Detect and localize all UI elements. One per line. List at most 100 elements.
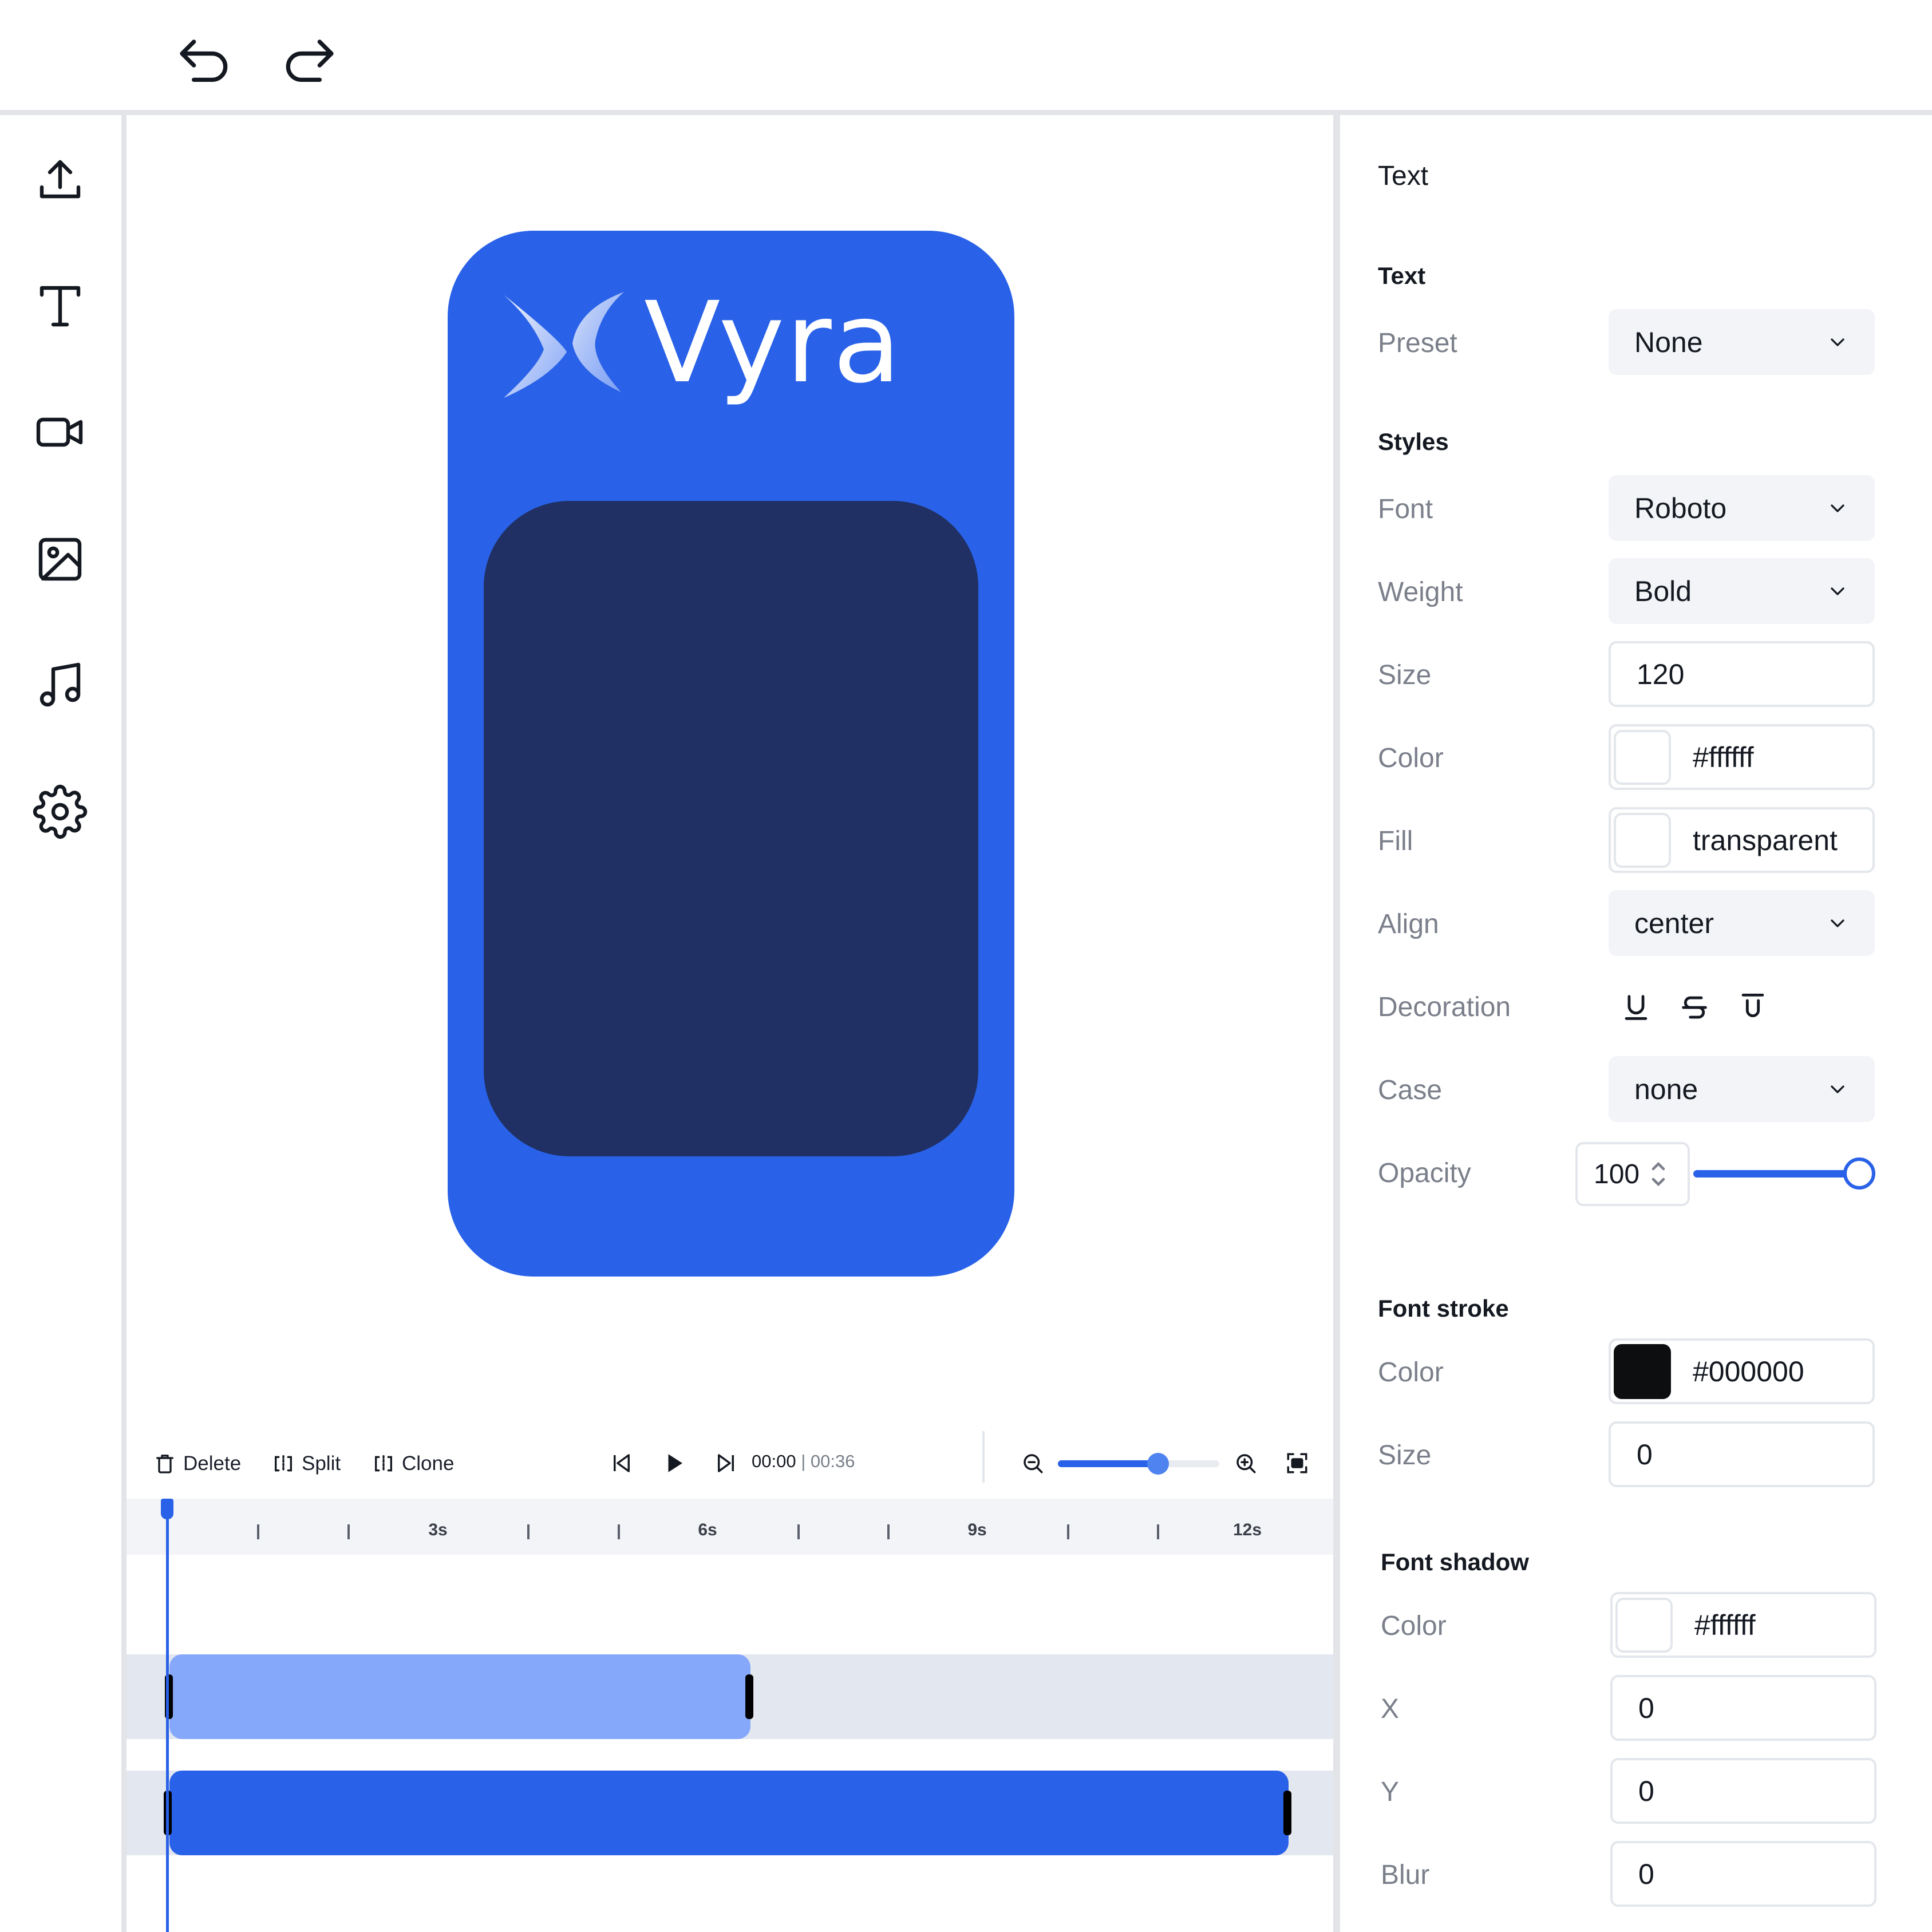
zoom-in-icon: [1236, 1454, 1256, 1473]
playhead[interactable]: [166, 1499, 169, 1932]
clone-button[interactable]: Clone: [372, 1447, 454, 1481]
play-icon: [668, 1454, 682, 1472]
stroke-size-input[interactable]: 0: [1609, 1421, 1875, 1487]
preset-value: None: [1634, 326, 1703, 358]
fill-color-value: transparent: [1693, 824, 1838, 856]
shadow-x-input[interactable]: 0: [1610, 1675, 1876, 1741]
preset-select[interactable]: None: [1609, 309, 1875, 375]
color-label: Color: [1378, 743, 1444, 773]
fill-label: Fill: [1378, 826, 1413, 856]
ruler-tick: [1157, 1524, 1159, 1539]
undo-icon: [180, 39, 228, 82]
left-sidebar: [0, 115, 127, 1932]
stroke-color-label: Color: [1378, 1357, 1444, 1388]
decoration-label: Decoration: [1378, 992, 1511, 1022]
case-value: none: [1634, 1073, 1698, 1105]
shadow-x-label: X: [1381, 1694, 1400, 1724]
play-button[interactable]: [654, 1443, 695, 1484]
fill-color-picker[interactable]: transparent: [1609, 807, 1875, 873]
ruler-tick: [257, 1524, 259, 1539]
shadow-color-swatch[interactable]: [1615, 1597, 1673, 1653]
stroke-size-value: 0: [1637, 1438, 1653, 1471]
zoom-thumb[interactable]: [1147, 1453, 1169, 1475]
skip-back-button[interactable]: [601, 1443, 642, 1484]
music-icon: [39, 662, 81, 707]
strikethrough-button[interactable]: [1672, 985, 1717, 1030]
shadow-section-title: Font shadow: [1381, 1548, 1529, 1575]
shadow-y-input[interactable]: 0: [1610, 1758, 1876, 1824]
total-time: 00:36: [810, 1451, 855, 1471]
shadow-y-value: 0: [1638, 1775, 1654, 1807]
panel-divider[interactable]: [1333, 115, 1340, 1932]
shadow-blur-input[interactable]: 0: [1610, 1841, 1876, 1907]
text-clip[interactable]: [169, 1654, 750, 1739]
clip-end-handle[interactable]: [1283, 1791, 1291, 1835]
text-color-swatch[interactable]: [1614, 729, 1671, 785]
skip-back-icon: [614, 1454, 630, 1472]
case-select[interactable]: none: [1609, 1056, 1875, 1122]
opacity-thumb[interactable]: [1843, 1157, 1875, 1190]
fit-screen-icon: [1287, 1453, 1307, 1473]
sidebar-item-settings[interactable]: [23, 775, 97, 849]
weight-select[interactable]: Bold: [1609, 558, 1875, 624]
text-color-picker[interactable]: #ffffff: [1609, 724, 1875, 790]
opacity-input[interactable]: 100: [1575, 1142, 1690, 1206]
playhead-handle[interactable]: [161, 1499, 173, 1519]
video-icon: [36, 417, 83, 447]
sidebar-item-image[interactable]: [23, 522, 97, 596]
size-input[interactable]: 120: [1609, 641, 1875, 707]
gear-icon: [33, 784, 88, 839]
clip-end-handle[interactable]: [745, 1674, 753, 1719]
split-icon: [275, 1455, 292, 1472]
font-value: Roboto: [1634, 492, 1727, 524]
ruler-label-12s: 12s: [1232, 1520, 1262, 1539]
upload-icon: [39, 160, 81, 199]
undo-button[interactable]: [167, 23, 242, 97]
strikethrough-icon: [1682, 996, 1707, 1019]
stepper-icon[interactable]: [1648, 1157, 1669, 1191]
ruler-tick: [618, 1524, 620, 1539]
split-button[interactable]: Split: [272, 1447, 341, 1481]
sidebar-item-text[interactable]: [23, 269, 97, 343]
text-icon: [39, 286, 81, 327]
stroke-color-picker[interactable]: #000000: [1609, 1338, 1875, 1404]
sidebar-item-upload[interactable]: [23, 143, 97, 218]
ruler-tick: [797, 1524, 800, 1539]
delete-button[interactable]: Delete: [153, 1447, 241, 1481]
delete-label: Delete: [183, 1452, 242, 1475]
time-separator: |: [801, 1451, 806, 1471]
stroke-section-title: Font stroke: [1378, 1295, 1509, 1322]
sidebar-item-audio[interactable]: [23, 648, 97, 722]
fit-timeline-button[interactable]: [1277, 1443, 1318, 1484]
chevron-down-icon: [1831, 587, 1844, 595]
stroke-color-swatch[interactable]: [1614, 1344, 1671, 1399]
shadow-color-label: Color: [1381, 1611, 1447, 1641]
image-icon: [38, 538, 82, 581]
align-select[interactable]: center: [1609, 890, 1875, 956]
sidebar-item-video[interactable]: [23, 395, 97, 469]
opacity-slider[interactable]: [1693, 1157, 1875, 1190]
video-clip[interactable]: [169, 1771, 1289, 1855]
ruler-label-6s: 6s: [698, 1520, 717, 1539]
underline-button[interactable]: [1613, 985, 1659, 1030]
fill-color-swatch[interactable]: [1614, 812, 1671, 868]
zoom-slider[interactable]: [1058, 1453, 1219, 1475]
zoom-in-button[interactable]: [1225, 1443, 1266, 1484]
skip-forward-icon: [718, 1454, 734, 1472]
ruler-tick: [1067, 1524, 1069, 1539]
media-placeholder[interactable]: [484, 501, 978, 1156]
align-value: center: [1634, 907, 1714, 939]
timeline-ruler[interactable]: 3s 6s 9s 12s: [127, 1499, 1333, 1555]
shadow-blur-value: 0: [1638, 1858, 1654, 1890]
zoom-out-button[interactable]: [1012, 1443, 1053, 1484]
chevron-down-icon: [1831, 1085, 1844, 1093]
clone-label: Clone: [402, 1452, 455, 1475]
overline-button[interactable]: [1730, 985, 1776, 1030]
weight-label: Weight: [1378, 577, 1463, 607]
font-select[interactable]: Roboto: [1609, 475, 1875, 541]
ruler-label-3s: 3s: [428, 1520, 448, 1539]
shadow-color-picker[interactable]: #ffffff: [1610, 1592, 1876, 1658]
redo-button[interactable]: [272, 23, 346, 97]
ruler-tick: [347, 1524, 350, 1539]
skip-forward-button[interactable]: [705, 1443, 746, 1484]
